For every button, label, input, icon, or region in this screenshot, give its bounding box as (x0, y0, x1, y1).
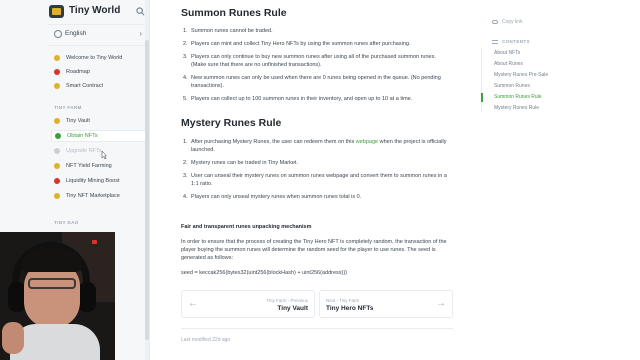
next-title: Tiny Hero NFTs (326, 305, 374, 312)
nft-icon (55, 133, 61, 139)
next-page-card[interactable]: Next - Tiny Farm Tiny Hero NFTs → (319, 290, 453, 318)
sidebar-item-label: Obtain NFTs (67, 133, 98, 139)
webpage-link[interactable]: webpage (356, 139, 378, 145)
last-modified: Last modified 22d ago (181, 337, 231, 343)
pin-icon (54, 69, 60, 75)
list-item: 1. Summon runes cannot be traded. (183, 28, 273, 34)
heading-mystery-runes-rule: Mystery Runes Rule (181, 117, 282, 129)
list-item: 5. Players can collect up to 100 summon r… (183, 96, 413, 102)
sidebar-item-label: Roadmap (66, 69, 90, 75)
toc-item-about-nfts[interactable]: About NFTs (494, 50, 520, 56)
webcam-overlay (0, 232, 115, 360)
list-item: 4. New summon runes can only be used when… (183, 75, 441, 89)
toc-item-mystery-runes-pre-sale[interactable]: Mystery Runes Pre-Sale (494, 72, 548, 78)
pointer-cursor-icon (101, 151, 107, 159)
sidebar-item-label: Liquidity Mining Boost (66, 178, 120, 184)
sidebar-item-liquidity-mining-boost[interactable]: Liquidity Mining Boost (51, 175, 145, 187)
search-icon[interactable] (136, 7, 145, 16)
sidebar-item-label: NFT Yield Farming (66, 163, 112, 169)
sidebar-item-nft-yield-farming[interactable]: NFT Yield Farming (51, 160, 145, 172)
arrow-left-icon: ← (188, 298, 198, 309)
previous-page-card[interactable]: ← Tiny Farm - Previous Tiny Vault (181, 290, 315, 318)
sidebar-item-roadmap[interactable]: Roadmap (51, 66, 145, 78)
scrollbar-thumb[interactable] (145, 40, 149, 340)
fair-mechanism-heading: Fair and transparent runes unpacking mec… (181, 224, 312, 230)
link-icon (492, 20, 498, 24)
sidebar-item-obtain-nfts[interactable]: Obtain NFTs (51, 130, 145, 142)
sidebar-item-upgrade-nfts[interactable]: Upgrade NFTs (51, 145, 145, 157)
sidebar-item-tiny-vault[interactable]: Tiny Vault (51, 115, 145, 127)
globe-icon (54, 30, 62, 38)
list-icon (492, 39, 498, 44)
sidebar-item-label: Welcome to Tiny World (66, 55, 123, 61)
chevron-right-icon: › (139, 29, 142, 38)
list-item: 1. After purchasing Mystery Runes, the us… (183, 139, 447, 153)
sidebar-item-smart-contract[interactable]: Smart Contract (51, 80, 145, 92)
brand-title: Tiny World (69, 5, 121, 16)
list-item: 2. Players can mint and collect Tiny Hero… (183, 41, 411, 47)
toc-item-summon-runes[interactable]: Summon Runes (494, 83, 530, 89)
mystery-rules-list: 1. After purchasing Mystery Runes, the us… (183, 138, 451, 206)
list-item: 4. Players can only unseal mystery runes … (183, 194, 362, 200)
contract-icon (54, 83, 60, 89)
seed-formula: seed = keccak256(bytes32(uint256(blockHa… (181, 270, 348, 276)
tiny-world-logo (49, 5, 64, 18)
toc-rail (481, 48, 482, 112)
sidebar-item-welcome[interactable]: Welcome to Tiny World (51, 52, 145, 64)
toc-item-summon-runes-rule[interactable]: Summon Runes Rule (494, 94, 542, 100)
summon-rules-list: 1. Summon runes cannot be traded. 2. Playe… (183, 27, 451, 108)
previous-title: Tiny Vault (277, 305, 308, 312)
market-icon (54, 193, 60, 199)
list-item: 3. Players can only continue to buy new s… (183, 54, 436, 68)
previous-caption: Tiny Farm - Previous (266, 298, 308, 303)
toc-item-about-runes[interactable]: About Runes (494, 61, 523, 67)
sidebar-item-tiny-nft-marketplace[interactable]: Tiny NFT Marketplace (51, 190, 145, 202)
sidebar-item-label: Upgrade NFTs (66, 148, 102, 154)
language-label: English (65, 30, 87, 37)
divider (48, 45, 146, 46)
table-of-contents: Copy link CONTENTS About NFTs About Rune… (481, 0, 640, 360)
main-content: Summon Runes Rule 1. Summon runes cannot … (151, 0, 481, 360)
sidebar-item-label: Tiny NFT Marketplace (66, 193, 120, 199)
sun-icon (54, 55, 60, 61)
sidebar-item-label: Smart Contract (66, 83, 103, 89)
copy-link-label: Copy link (502, 19, 523, 25)
brand-header[interactable]: Tiny World (0, 0, 150, 24)
arrow-right-icon: → (436, 298, 446, 309)
toc-item-mystery-runes-rule[interactable]: Mystery Runes Rule (494, 105, 539, 111)
toc-active-indicator (481, 93, 483, 102)
toc-heading: CONTENTS (492, 39, 530, 44)
next-caption: Next - Tiny Farm (326, 298, 360, 303)
upgrade-icon (54, 148, 60, 154)
divider (181, 328, 453, 329)
heading-summon-runes-rule: Summon Runes Rule (181, 7, 287, 19)
list-item: 2. Mystery runes can be traded in Tiny Ma… (183, 160, 298, 166)
fair-mechanism-text: In order to ensure that the process of c… (181, 239, 447, 261)
divider (48, 24, 146, 25)
farm-icon (54, 163, 60, 169)
vault-icon (54, 118, 60, 124)
copy-link-button[interactable]: Copy link (492, 19, 523, 25)
language-selector[interactable]: English › (54, 29, 146, 41)
section-tiny-dao: TINY DAO (54, 220, 79, 225)
rocket-icon (54, 178, 60, 184)
list-item: 3. User can unseal their mystery runes on… (183, 173, 447, 187)
section-tiny-farm: TINY FARM (54, 105, 82, 110)
sidebar-item-label: Tiny Vault (66, 118, 90, 124)
